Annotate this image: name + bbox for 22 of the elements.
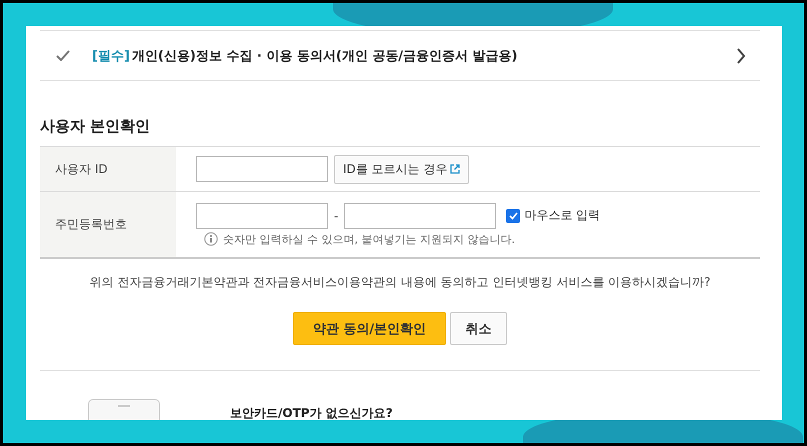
resident-number-back-field[interactable] <box>344 202 496 228</box>
mouse-input-checkbox[interactable] <box>506 208 520 222</box>
info-icon <box>204 232 218 246</box>
find-id-button[interactable]: ID를 모르시는 경우 <box>334 154 470 184</box>
external-link-icon <box>450 164 460 174</box>
field-label: 주민등록번호 <box>40 192 176 257</box>
agree-confirm-button[interactable]: 약관 동의/본인확인 <box>293 312 446 345</box>
agreement-row[interactable]: [필수]개인(신용)정보 수집 · 이용 동의서(개인 공동/금융인증서 발급용) <box>40 30 760 81</box>
hint-text: 숫자만 입력하실 수 있으며, 붙여넣기는 지원되지 않습니다. <box>223 232 515 246</box>
separator: - <box>334 208 338 222</box>
user-id-field[interactable] <box>196 156 328 182</box>
cancel-button[interactable]: 취소 <box>450 312 507 345</box>
security-card-title: 보안카드/OTP가 없으신가요? <box>230 405 393 420</box>
confirm-message: 위의 전자금융거래기본약관과 전자금융서비스이용약관의 내용에 동의하고 인터넷뱅킹 서비스를 이용하시겠습니까? <box>88 274 712 291</box>
section-title: 사용자 본인확인 <box>40 117 152 137</box>
required-tag: [필수] <box>92 46 130 64</box>
chevron-right-icon <box>736 48 746 64</box>
field-label: 사용자 ID <box>40 147 176 191</box>
checkbox-label: 마우스로 입력 <box>524 207 600 224</box>
agreement-title: 개인(신용)정보 수집 · 이용 동의서(개인 공동/금융인증서 발급용) <box>132 48 518 64</box>
checkmark-icon <box>508 212 518 220</box>
resident-number-front-field[interactable] <box>196 202 328 228</box>
